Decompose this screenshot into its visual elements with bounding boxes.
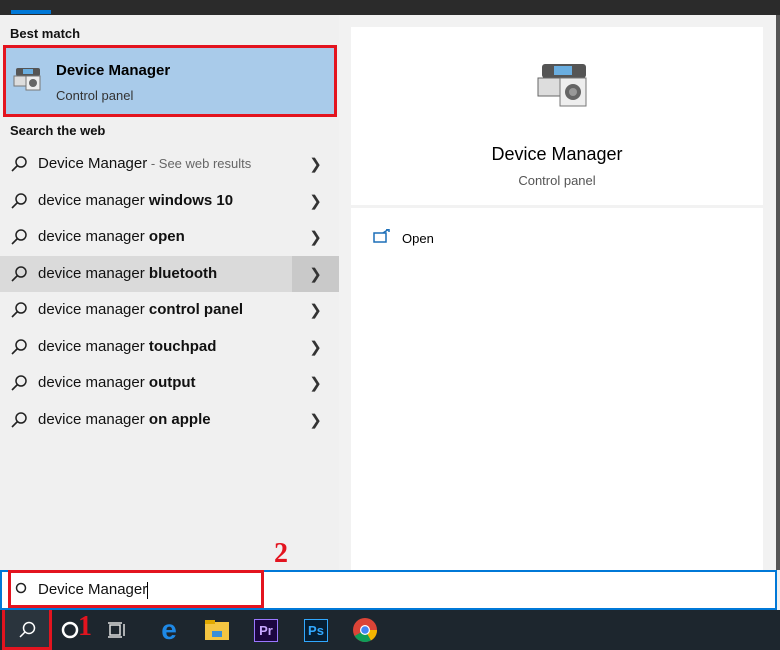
- best-match-title: Device Manager: [56, 62, 171, 79]
- chevron-right-icon[interactable]: ❯: [292, 146, 339, 182]
- open-action[interactable]: Open: [373, 227, 434, 248]
- search-icon: [17, 620, 37, 645]
- web-result-label: device manager touchpad: [38, 337, 217, 355]
- chevron-right-icon[interactable]: ❯: [292, 183, 339, 219]
- device-manager-large-icon: [536, 60, 592, 117]
- preview-card: Device Manager Control panel: [351, 27, 763, 205]
- web-result-label: device manager windows 10: [38, 191, 234, 209]
- edge-icon[interactable]: e: [154, 610, 184, 650]
- web-result-label: device manager on apple: [38, 410, 211, 428]
- actions-card: Open: [351, 208, 763, 570]
- search-input[interactable]: Device Manager: [38, 581, 149, 599]
- chevron-right-icon[interactable]: ❯: [292, 219, 339, 255]
- open-label: Open: [402, 230, 434, 246]
- web-result-item[interactable]: device manager control panel ❯: [0, 292, 339, 328]
- best-match-item[interactable]: Device Manager Control panel: [3, 45, 337, 117]
- search-icon: [10, 228, 28, 250]
- search-icon: [10, 192, 28, 214]
- window-edge: [776, 15, 780, 570]
- active-tab-indicator[interactable]: [11, 10, 51, 14]
- search-icon: [10, 301, 28, 323]
- chevron-right-icon[interactable]: ❯: [292, 365, 339, 401]
- search-icon: [14, 582, 28, 601]
- photoshop-icon[interactable]: Ps: [302, 610, 330, 650]
- web-result-label: device manager bluetooth: [38, 264, 218, 282]
- chevron-right-icon[interactable]: ❯: [292, 402, 339, 438]
- web-result-item[interactable]: device manager open ❯: [0, 219, 339, 255]
- chevron-right-icon[interactable]: ❯: [292, 329, 339, 365]
- text-caret: [147, 581, 149, 599]
- open-window-icon: [373, 227, 391, 248]
- top-bar: [0, 0, 780, 15]
- search-icon: [10, 155, 28, 177]
- preview-panel: Device Manager Control panel Open: [339, 15, 776, 570]
- best-match-header: Best match: [10, 26, 81, 41]
- search-icon: [10, 338, 28, 360]
- taskbar: e Pr Ps: [0, 610, 780, 650]
- search-icon: [10, 374, 28, 396]
- web-result-label: device manager control panel: [38, 301, 244, 318]
- web-result-item[interactable]: device manager touchpad ❯: [0, 329, 339, 365]
- web-result-item[interactable]: device manager output ❯: [0, 365, 339, 401]
- web-result-item[interactable]: device manager bluetooth ❯: [0, 255, 339, 292]
- search-icon: [10, 265, 28, 287]
- chrome-icon[interactable]: [350, 610, 380, 650]
- web-result-item[interactable]: device manager windows 10 ❯: [0, 183, 339, 219]
- device-manager-icon: [12, 66, 44, 99]
- preview-subtitle: Control panel: [518, 173, 596, 188]
- web-result-item[interactable]: Device Manager - See web results ❯: [0, 146, 339, 182]
- search-icon: [10, 411, 28, 433]
- chevron-right-icon[interactable]: ❯: [292, 292, 339, 328]
- chevron-right-icon[interactable]: ❯: [292, 255, 339, 292]
- preview-title: Device Manager: [491, 144, 623, 164]
- best-match-subtitle: Control panel: [56, 88, 134, 103]
- search-web-header: Search the web: [10, 123, 106, 138]
- web-result-label: Device Manager - See web results: [38, 155, 252, 172]
- task-view-icon[interactable]: [104, 610, 130, 650]
- taskbar-search-button[interactable]: [2, 610, 52, 650]
- premiere-pro-icon[interactable]: Pr: [252, 610, 280, 650]
- file-explorer-icon[interactable]: [200, 610, 234, 650]
- annotation-2: 2: [274, 538, 288, 569]
- web-result-item[interactable]: device manager on apple ❯: [0, 402, 339, 438]
- web-result-label: device manager open: [38, 228, 185, 245]
- web-result-label: device manager output: [38, 374, 196, 391]
- annotation-1: 1: [78, 611, 92, 642]
